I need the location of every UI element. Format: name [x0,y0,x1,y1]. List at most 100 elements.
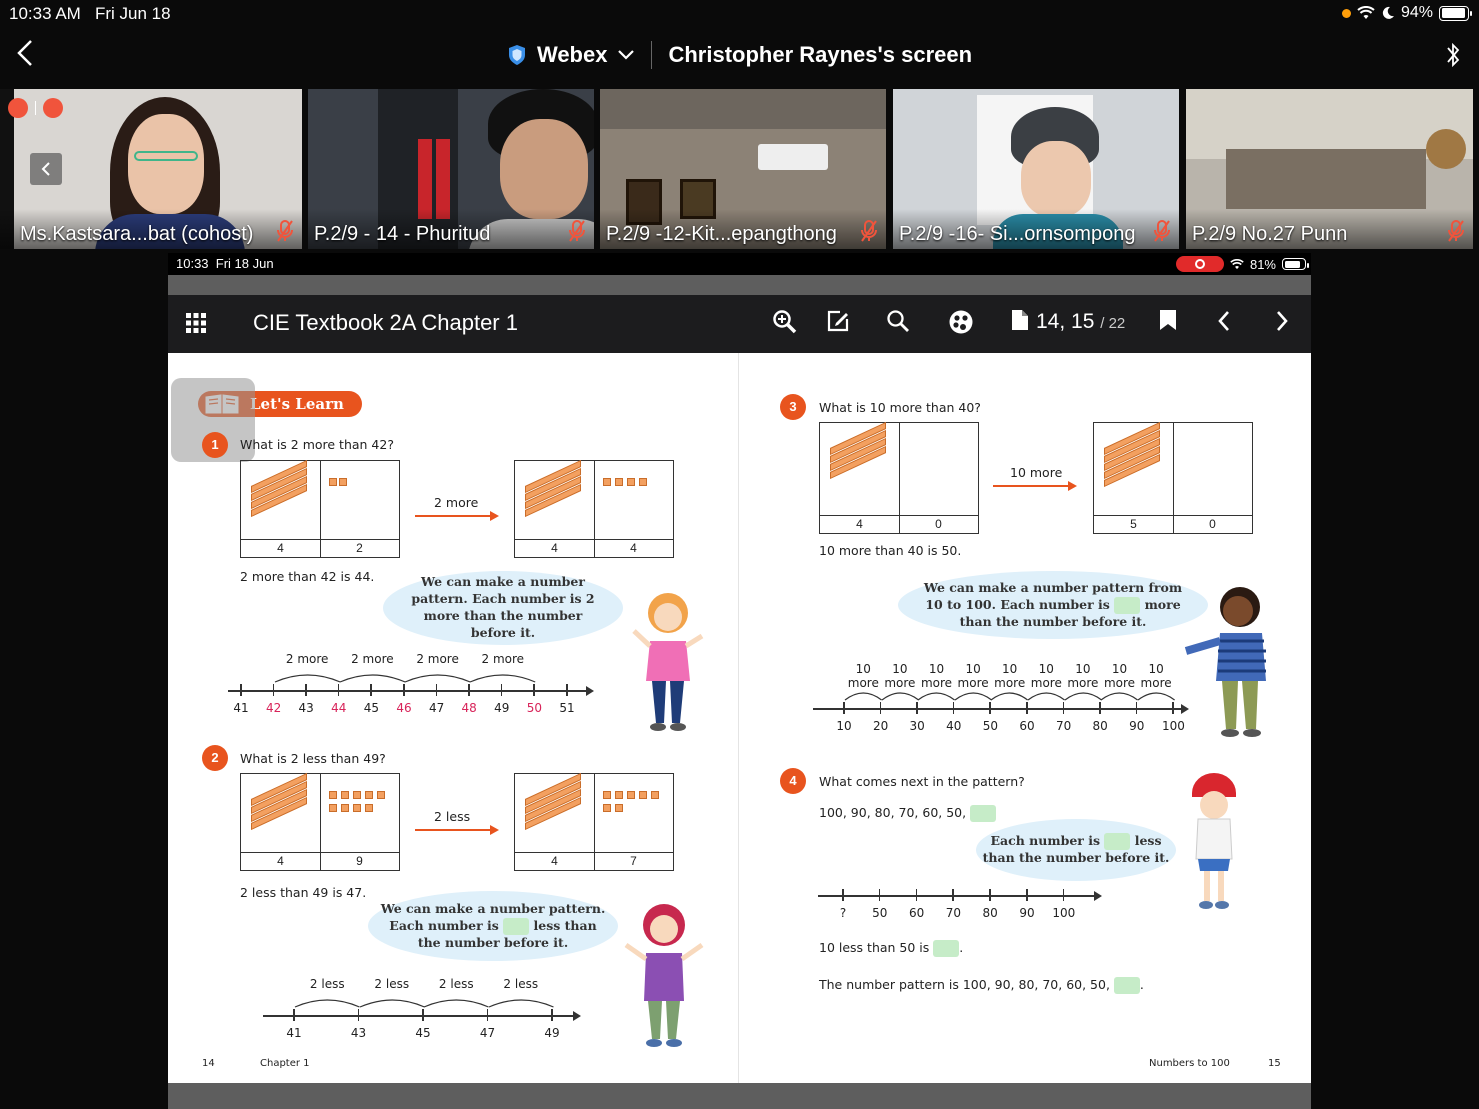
axis-tick [566,684,568,696]
participant-tile[interactable]: P.2/9 -16- Si...ornsompong [893,89,1179,249]
participant-tile[interactable]: P.2/9 - 14 - Phuritud [308,89,594,249]
tick-label: 45 [415,1026,431,1040]
muted-mic-icon[interactable] [860,219,878,243]
axis-line [263,1015,575,1017]
palette-icon[interactable] [948,309,974,335]
hop-arc [991,692,1029,701]
sequence-text: 100, 90, 80, 70, 60, 50, [819,805,997,822]
question-number: 1 [202,432,228,458]
bookmark-icon[interactable] [1159,309,1177,331]
axis-tick [1172,702,1174,714]
tick-label: 49 [494,701,510,715]
axis-arrowhead [1094,891,1102,901]
answer-blank[interactable] [1113,977,1140,994]
answer-blank[interactable] [1104,833,1131,851]
page-icon[interactable] [1011,309,1029,331]
axis-tick [1135,702,1138,714]
question-text: What is 2 more than 42? [240,437,394,452]
shared-screen: 10:33 Fri 18 Jun 81% CIE Textbook 2A Cha… [168,253,1311,1109]
zoom-in-icon[interactable] [772,309,798,335]
next-page-icon[interactable] [1274,309,1290,333]
tick-label: 47 [479,1026,496,1040]
axis-tick [272,684,275,696]
axis-tick [842,889,844,901]
hop-arc [339,674,406,683]
answer-blank[interactable] [503,917,530,935]
wifi-icon [1230,258,1244,269]
arrow-label: 2 more [434,495,479,510]
hop-arc [844,692,882,701]
tick-label: 44 [331,701,347,715]
axis-line [818,895,1096,897]
axis-arrowhead [586,686,594,696]
girl-character [1192,773,1236,909]
tick-label: 47 [428,701,445,715]
participant-tile[interactable]: P.2/9 No.27 Punn [1186,89,1473,249]
participant-tile[interactable]: P.2/9 -12-Kit...epangthong [600,89,886,249]
tick-label: 51 [559,701,575,715]
number-line: 10 20 30 40 50 60 70 80 90 100 10 more 10 more 10 more 1… [813,658,1193,738]
axis-tick [403,684,405,696]
arrow [415,825,499,835]
bluetooth-icon[interactable] [1445,40,1461,70]
participant-name: P.2/9 - 14 - Phuritud [314,223,491,245]
answer-text: 2 more than 42 is 44. [240,569,375,584]
status-right: 94% [1341,4,1472,22]
muted-mic-icon[interactable] [276,219,294,243]
grid-menu-icon[interactable] [186,313,206,333]
previous-page-icon[interactable] [1216,309,1232,333]
page-number: 15 [1268,1058,1281,1069]
axis-tick [500,684,503,696]
strip-scroll-left-button[interactable] [30,153,62,185]
tick-label: 50 [526,701,543,715]
recording-indicator [8,98,63,118]
tick-label: 46 [396,701,412,715]
hop-arc [1100,692,1139,701]
axis-tick [989,702,991,714]
tick-label: 80 [1092,719,1108,733]
hop-arc [423,999,489,1008]
muted-mic-icon[interactable] [568,219,586,243]
answer-blank[interactable] [1114,596,1141,614]
place-value-chart: 47 [514,772,674,871]
axis-tick [916,702,918,714]
chevron-down-icon[interactable] [617,49,635,61]
shared-battery-percent: 81% [1249,256,1276,272]
answer-blank[interactable] [970,805,997,822]
axis-tick [533,684,535,696]
axis-tick [1062,889,1065,901]
chevron-left-icon [41,162,50,176]
axis-tick [337,684,340,696]
page-indicator[interactable]: 14, 15 / 22 [1036,310,1125,334]
app-switcher[interactable]: Webex [537,42,608,68]
tick-label: 50 [872,906,888,920]
question-number: 4 [780,768,806,794]
tick-label: 60 [908,906,925,920]
axis-tick [293,1009,295,1021]
participant-name: P.2/9 -12-Kit...epangthong [606,223,837,245]
search-icon[interactable] [886,309,910,333]
speech-bubble: We can make a number pattern. Each numbe… [368,891,618,961]
muted-mic-icon[interactable] [1153,219,1171,243]
boy-character [1184,587,1266,737]
axis-tick [468,684,470,696]
hop-arc [917,692,956,701]
arrow-label: 2 less [434,809,471,824]
participant-name: Ms.Kastsara...bat (cohost) [20,223,254,245]
place-value-chart: 42 [240,459,400,558]
annotate-icon[interactable] [826,309,850,333]
footer-text: Chapter 1 [260,1058,310,1069]
fill-in-text: 10 less than 50 is . [819,940,964,957]
place-value-chart: 40 [819,421,979,534]
status-bar: 10:33 AM Fri Jun 18 94% [0,0,1479,28]
muted-mic-icon[interactable] [1447,219,1465,243]
tick-label: 10 [836,719,852,733]
place-value-chart: 49 [240,772,400,871]
answer-blank[interactable] [933,940,960,957]
participant-tile[interactable]: Ms.Kastsara...bat (cohost) [0,89,302,249]
hop-arc [881,692,919,701]
axis-tick [240,684,242,696]
arrow [415,511,499,521]
axis-tick [305,684,307,696]
fill-in-text: The number pattern is 100, 90, 80, 70, 6… [819,977,1144,994]
